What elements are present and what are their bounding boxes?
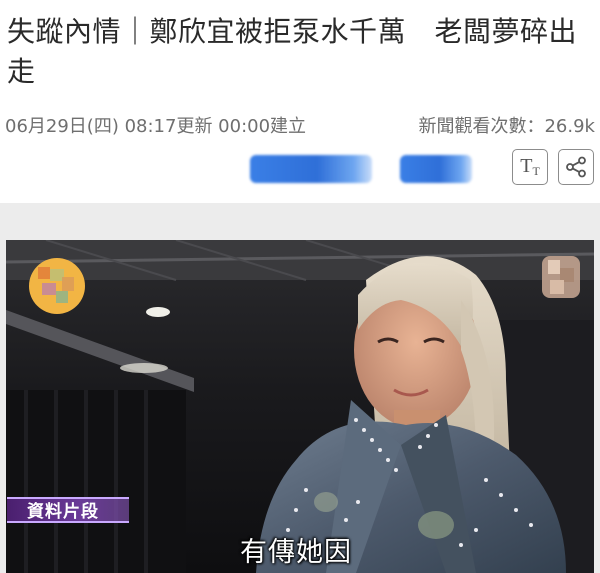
share-button[interactable] — [558, 149, 594, 185]
article-timestamp: 06月29日(四) 08:17更新 00:00建立 — [5, 116, 307, 137]
font-size-button[interactable]: TT — [512, 149, 548, 185]
video-subtitle: 有傳她因 — [240, 537, 352, 568]
article-page: 失蹤內情｜鄭欣宜被拒泵水千萬 老闆夢碎出走 06月29日(四) 08:17更新 … — [0, 0, 600, 573]
view-count: 新聞觀看次數：26.9k — [418, 116, 595, 137]
archive-footage-tag: 資料片段 — [7, 497, 129, 523]
article-headline: 失蹤內情｜鄭欣宜被拒泵水千萬 老闆夢碎出走 — [7, 15, 578, 88]
share-icon — [566, 156, 586, 178]
blurred-follow-button[interactable] — [400, 155, 472, 183]
channel-logo-icon — [28, 257, 86, 315]
blurred-action-button[interactable] — [250, 155, 372, 183]
video-player[interactable]: 資料片段 有傳她因 — [6, 240, 594, 573]
text-size-icon: TT — [520, 154, 540, 178]
watermark-icon — [540, 254, 582, 300]
